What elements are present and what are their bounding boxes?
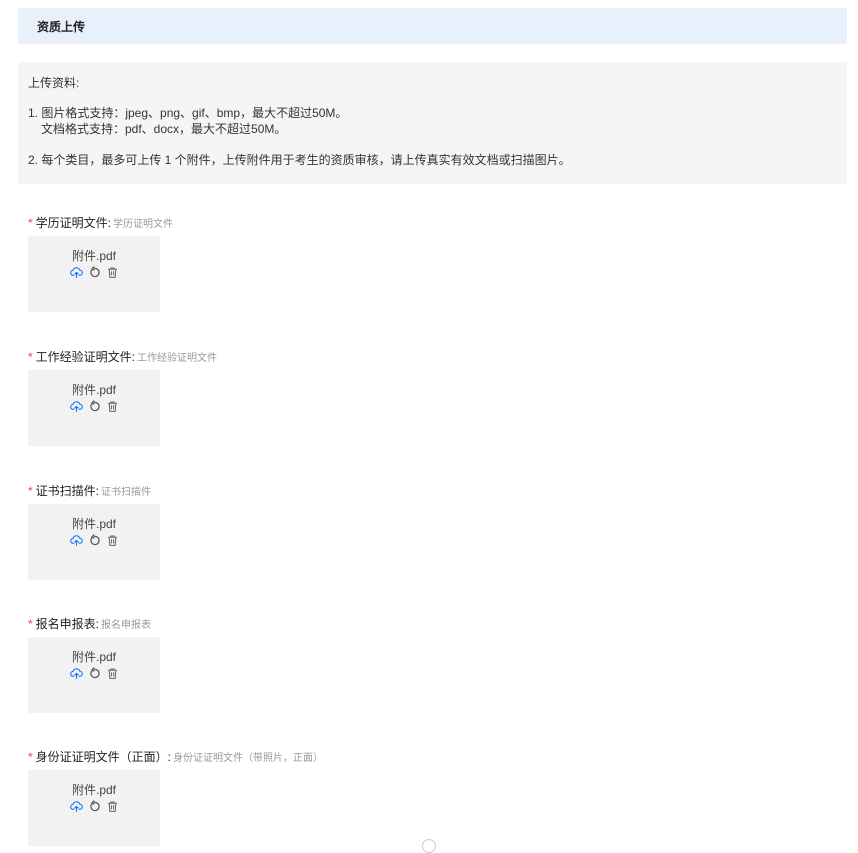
instructions-line-3: 2. 每个类目，最多可上传 1 个附件，上传附件用于考生的资质审核，请上传真实有… [28,153,571,167]
trash-icon[interactable] [106,800,119,813]
file-card: 附件.pdf [28,236,160,312]
required-mark: * [28,350,33,364]
section-label: * 学历证明文件: 学历证明文件 [28,215,828,231]
file-name[interactable]: 附件.pdf [28,648,160,665]
trash-icon[interactable] [106,534,119,547]
field-hint: 证书扫描件 [101,487,152,498]
cloud-upload-icon[interactable] [69,534,83,547]
cloud-upload-icon[interactable] [69,800,83,813]
page-title: 资质上传 [37,19,86,34]
trash-icon[interactable] [106,266,119,279]
file-actions [28,534,160,547]
field-hint: 身份证证明文件（带照片，正面） [173,753,324,764]
rotate-icon[interactable] [88,400,101,413]
cloud-upload-icon[interactable] [69,400,83,413]
field-hint: 报名申报表 [101,620,152,631]
field-label: 报名申报表: [35,617,100,631]
file-actions [28,667,160,680]
loading-spinner-icon [422,839,436,853]
cloud-upload-icon[interactable] [69,266,83,279]
section-header: 资质上传 [18,8,847,44]
field-label: 学历证明文件: [35,216,112,230]
field-label: 证书扫描件: [35,484,100,498]
rotate-icon[interactable] [88,667,101,680]
file-card: 附件.pdf [28,370,160,446]
required-mark: * [28,216,33,230]
file-actions [28,266,160,279]
file-actions [28,800,160,813]
trash-icon[interactable] [106,400,119,413]
upload-section-work-experience: * 工作经验证明文件: 工作经验证明文件 附件.pdf [28,349,828,446]
field-label: 工作经验证明文件: [35,350,136,364]
rotate-icon[interactable] [88,534,101,547]
section-label: * 工作经验证明文件: 工作经验证明文件 [28,349,828,365]
rotate-icon[interactable] [88,266,101,279]
rotate-icon[interactable] [88,800,101,813]
file-card: 附件.pdf [28,637,160,713]
file-card: 附件.pdf [28,770,160,846]
file-card: 附件.pdf [28,504,160,580]
section-label: * 报名申报表: 报名申报表 [28,616,828,632]
required-mark: * [28,617,33,631]
section-label: * 身份证证明文件（正面）: 身份证证明文件（带照片，正面） [28,749,828,765]
file-name[interactable]: 附件.pdf [28,781,160,798]
trash-icon[interactable] [106,667,119,680]
section-label: * 证书扫描件: 证书扫描件 [28,483,828,499]
instructions-line-1: 1. 图片格式支持：jpeg、png、gif、bmp，最大不超过50M。 [28,106,348,120]
upload-section-certificate-scan: * 证书扫描件: 证书扫描件 附件.pdf [28,483,828,580]
field-hint: 工作经验证明文件 [137,353,218,364]
required-mark: * [28,750,33,764]
upload-section-education: * 学历证明文件: 学历证明文件 附件.pdf [28,215,828,312]
field-hint: 学历证明文件 [113,219,174,230]
required-mark: * [28,484,33,498]
instructions-line-2: 文档格式支持：pdf、docx，最大不超过50M。 [41,122,287,136]
file-name[interactable]: 附件.pdf [28,247,160,264]
file-actions [28,400,160,413]
upload-section-id-front: * 身份证证明文件（正面）: 身份证证明文件（带照片，正面） 附件.pdf [28,749,828,846]
field-label: 身份证证明文件（正面）: [35,750,172,764]
file-name[interactable]: 附件.pdf [28,515,160,532]
file-name[interactable]: 附件.pdf [28,381,160,398]
instructions-heading: 上传资料: [28,76,80,90]
upload-section-application-form: * 报名申报表: 报名申报表 附件.pdf [28,616,828,713]
cloud-upload-icon[interactable] [69,667,83,680]
upload-instructions: 上传资料: 1. 图片格式支持：jpeg、png、gif、bmp，最大不超过50… [18,62,847,184]
